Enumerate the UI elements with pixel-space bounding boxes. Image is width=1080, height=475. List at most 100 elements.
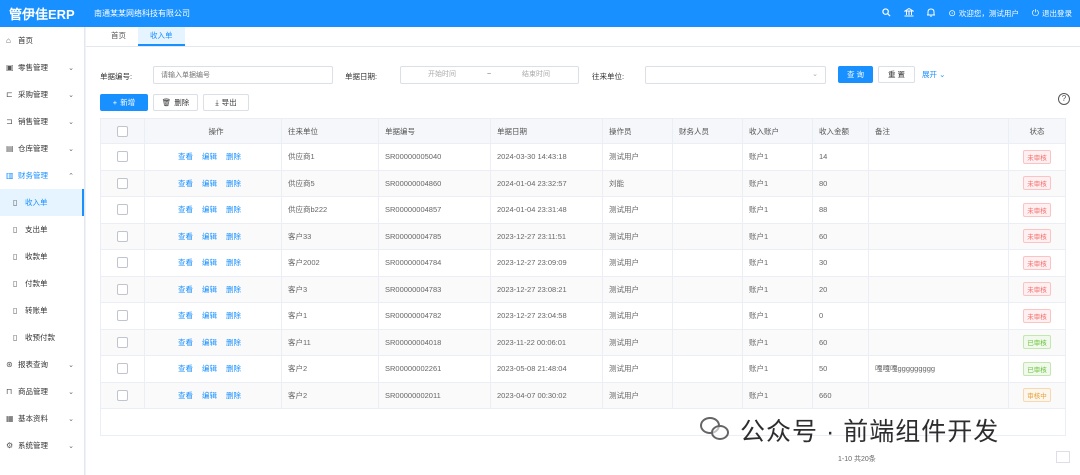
edit-link[interactable]: 编辑: [202, 178, 217, 189]
view-link[interactable]: 查看: [178, 284, 193, 295]
delete-link[interactable]: 删除: [226, 390, 241, 401]
sidebar-item-purchase[interactable]: ⊏ 采购管理 ⌄: [0, 81, 84, 108]
expand-toggle[interactable]: 展开 ⌄: [922, 69, 945, 80]
delete-link[interactable]: 删除: [226, 337, 241, 348]
sidebar-item-home[interactable]: ⌂ 首页: [0, 27, 84, 54]
sidebar-item-finance[interactable]: ▥ 财务管理 ⌃: [0, 162, 84, 189]
date-range-picker[interactable]: 开始时间 ~ 结束时间: [400, 66, 579, 84]
sidebar-item-sales[interactable]: ⊐ 销售管理 ⌄: [0, 108, 84, 135]
tab-home[interactable]: 首页: [99, 27, 138, 46]
delete-link[interactable]: 删除: [226, 151, 241, 162]
sidebar-item-income[interactable]: ▯ 收入单: [0, 189, 84, 216]
edit-link[interactable]: 编辑: [202, 231, 217, 242]
sidebar-item-label: 基本资料: [18, 414, 48, 423]
bill-no-cell: SR00000004857: [379, 197, 491, 223]
view-link[interactable]: 查看: [178, 390, 193, 401]
sidebar-item-payment[interactable]: ▯ 付款单: [0, 270, 84, 297]
row-select-cell: [101, 303, 145, 329]
delete-button[interactable]: 🗑 删除: [153, 94, 198, 111]
sidebar-item-expense[interactable]: ▯ 支出单: [0, 216, 84, 243]
search-icon[interactable]: [882, 8, 891, 19]
edit-link[interactable]: 编辑: [202, 337, 217, 348]
row-checkbox[interactable]: [117, 310, 128, 322]
tab-income[interactable]: 收入单: [138, 27, 185, 46]
view-link[interactable]: 查看: [178, 363, 193, 374]
view-link[interactable]: 查看: [178, 178, 193, 189]
org-cell: 客户33: [282, 223, 379, 249]
bell-icon[interactable]: [927, 8, 936, 19]
page-size-input[interactable]: [1056, 451, 1070, 463]
user-welcome[interactable]: ⊙ 欢迎您，测试用户: [948, 8, 1019, 19]
row-checkbox[interactable]: [117, 336, 128, 348]
reset-button[interactable]: 重 置: [878, 66, 915, 83]
warehouse-icon: ▤: [6, 144, 14, 153]
status-badge: 未审核: [1023, 202, 1051, 217]
table-row: 查看 编辑 删除 供应商b222 SR00000004857 2024-01-04 23:…: [101, 197, 1065, 224]
edit-link[interactable]: 编辑: [202, 151, 217, 162]
top-bar: 管伊佳ERP 南通某某网络科技有限公司 ⊙ 欢迎您，测试用户 ⏻ 退出登录: [0, 0, 1080, 27]
status-badge: 未审核: [1023, 229, 1051, 244]
view-link[interactable]: 查看: [178, 310, 193, 321]
row-checkbox[interactable]: [117, 230, 128, 242]
download-icon: ⤓: [215, 97, 219, 107]
header-cell: 往来单位: [282, 119, 379, 143]
org-cell: 供应商b222: [282, 197, 379, 223]
amount-cell: 30: [813, 250, 869, 276]
remark-cell: [869, 197, 1009, 223]
account-cell: 账户1: [743, 250, 813, 276]
add-button[interactable]: + 新增: [100, 94, 148, 111]
edit-link[interactable]: 编辑: [202, 363, 217, 374]
delete-link[interactable]: 删除: [226, 178, 241, 189]
delete-link[interactable]: 删除: [226, 257, 241, 268]
sidebar-item-transfer[interactable]: ▯ 转账单: [0, 297, 84, 324]
sidebar-item-warehouse[interactable]: ▤ 仓库管理 ⌄: [0, 135, 84, 162]
row-checkbox[interactable]: [117, 204, 128, 216]
row-checkbox[interactable]: [117, 257, 128, 269]
app-logo[interactable]: 管伊佳ERP: [0, 4, 86, 23]
bank-icon[interactable]: [903, 7, 916, 19]
export-button[interactable]: ⤓ 导出: [203, 94, 249, 111]
query-button[interactable]: 查 询: [838, 66, 873, 83]
sidebar-item-report[interactable]: ⊛ 报表查询 ⌄: [0, 351, 84, 378]
view-link[interactable]: 查看: [178, 204, 193, 215]
delete-link[interactable]: 删除: [226, 310, 241, 321]
view-link[interactable]: 查看: [178, 151, 193, 162]
sidebar-item-system[interactable]: ⚙ 系统管理 ⌄: [0, 432, 84, 459]
delete-link[interactable]: 删除: [226, 284, 241, 295]
logout-link[interactable]: ⏻ 退出登录: [1032, 8, 1072, 19]
edit-link[interactable]: 编辑: [202, 204, 217, 215]
row-checkbox[interactable]: [117, 151, 128, 163]
header-cell: 操作员: [603, 119, 673, 143]
row-select-cell: [101, 144, 145, 170]
row-checkbox[interactable]: [117, 177, 128, 189]
delete-link[interactable]: 删除: [226, 204, 241, 215]
edit-link[interactable]: 编辑: [202, 257, 217, 268]
sidebar-item-goods[interactable]: ⊓ 商品管理 ⌄: [0, 378, 84, 405]
bill-no-cell: SR00000004860: [379, 170, 491, 196]
org-cell: 客户11: [282, 329, 379, 355]
header-cell: 状态: [1029, 126, 1045, 136]
view-link[interactable]: 查看: [178, 337, 193, 348]
date-cell: 2023-05-08 21:48:04: [491, 356, 603, 382]
row-checkbox[interactable]: [117, 283, 128, 295]
delete-link[interactable]: 删除: [226, 363, 241, 374]
org-select[interactable]: ⌄: [645, 66, 826, 84]
edit-link[interactable]: 编辑: [202, 310, 217, 321]
select-all-checkbox[interactable]: [117, 125, 128, 137]
view-link[interactable]: 查看: [178, 231, 193, 242]
help-icon[interactable]: ?: [1058, 93, 1070, 105]
row-checkbox[interactable]: [117, 389, 128, 401]
sidebar-item-receipt[interactable]: ▯ 收款单: [0, 243, 84, 270]
billno-input[interactable]: [153, 66, 333, 84]
amount-cell: 88: [813, 197, 869, 223]
sidebar-item-basic[interactable]: ▦ 基本资料 ⌄: [0, 405, 84, 432]
edit-link[interactable]: 编辑: [202, 284, 217, 295]
table-body: 查看 编辑 删除 供应商1 SR00000005040 2024-03-30 14:43:…: [101, 144, 1065, 409]
row-checkbox[interactable]: [117, 363, 128, 375]
sidebar-item-retail[interactable]: ▣ 零售管理 ⌄: [0, 54, 84, 81]
edit-link[interactable]: 编辑: [202, 390, 217, 401]
header-cell: 单据日期: [491, 119, 603, 143]
view-link[interactable]: 查看: [178, 257, 193, 268]
delete-link[interactable]: 删除: [226, 231, 241, 242]
sidebar-item-advance[interactable]: ▯ 收预付款: [0, 324, 84, 351]
